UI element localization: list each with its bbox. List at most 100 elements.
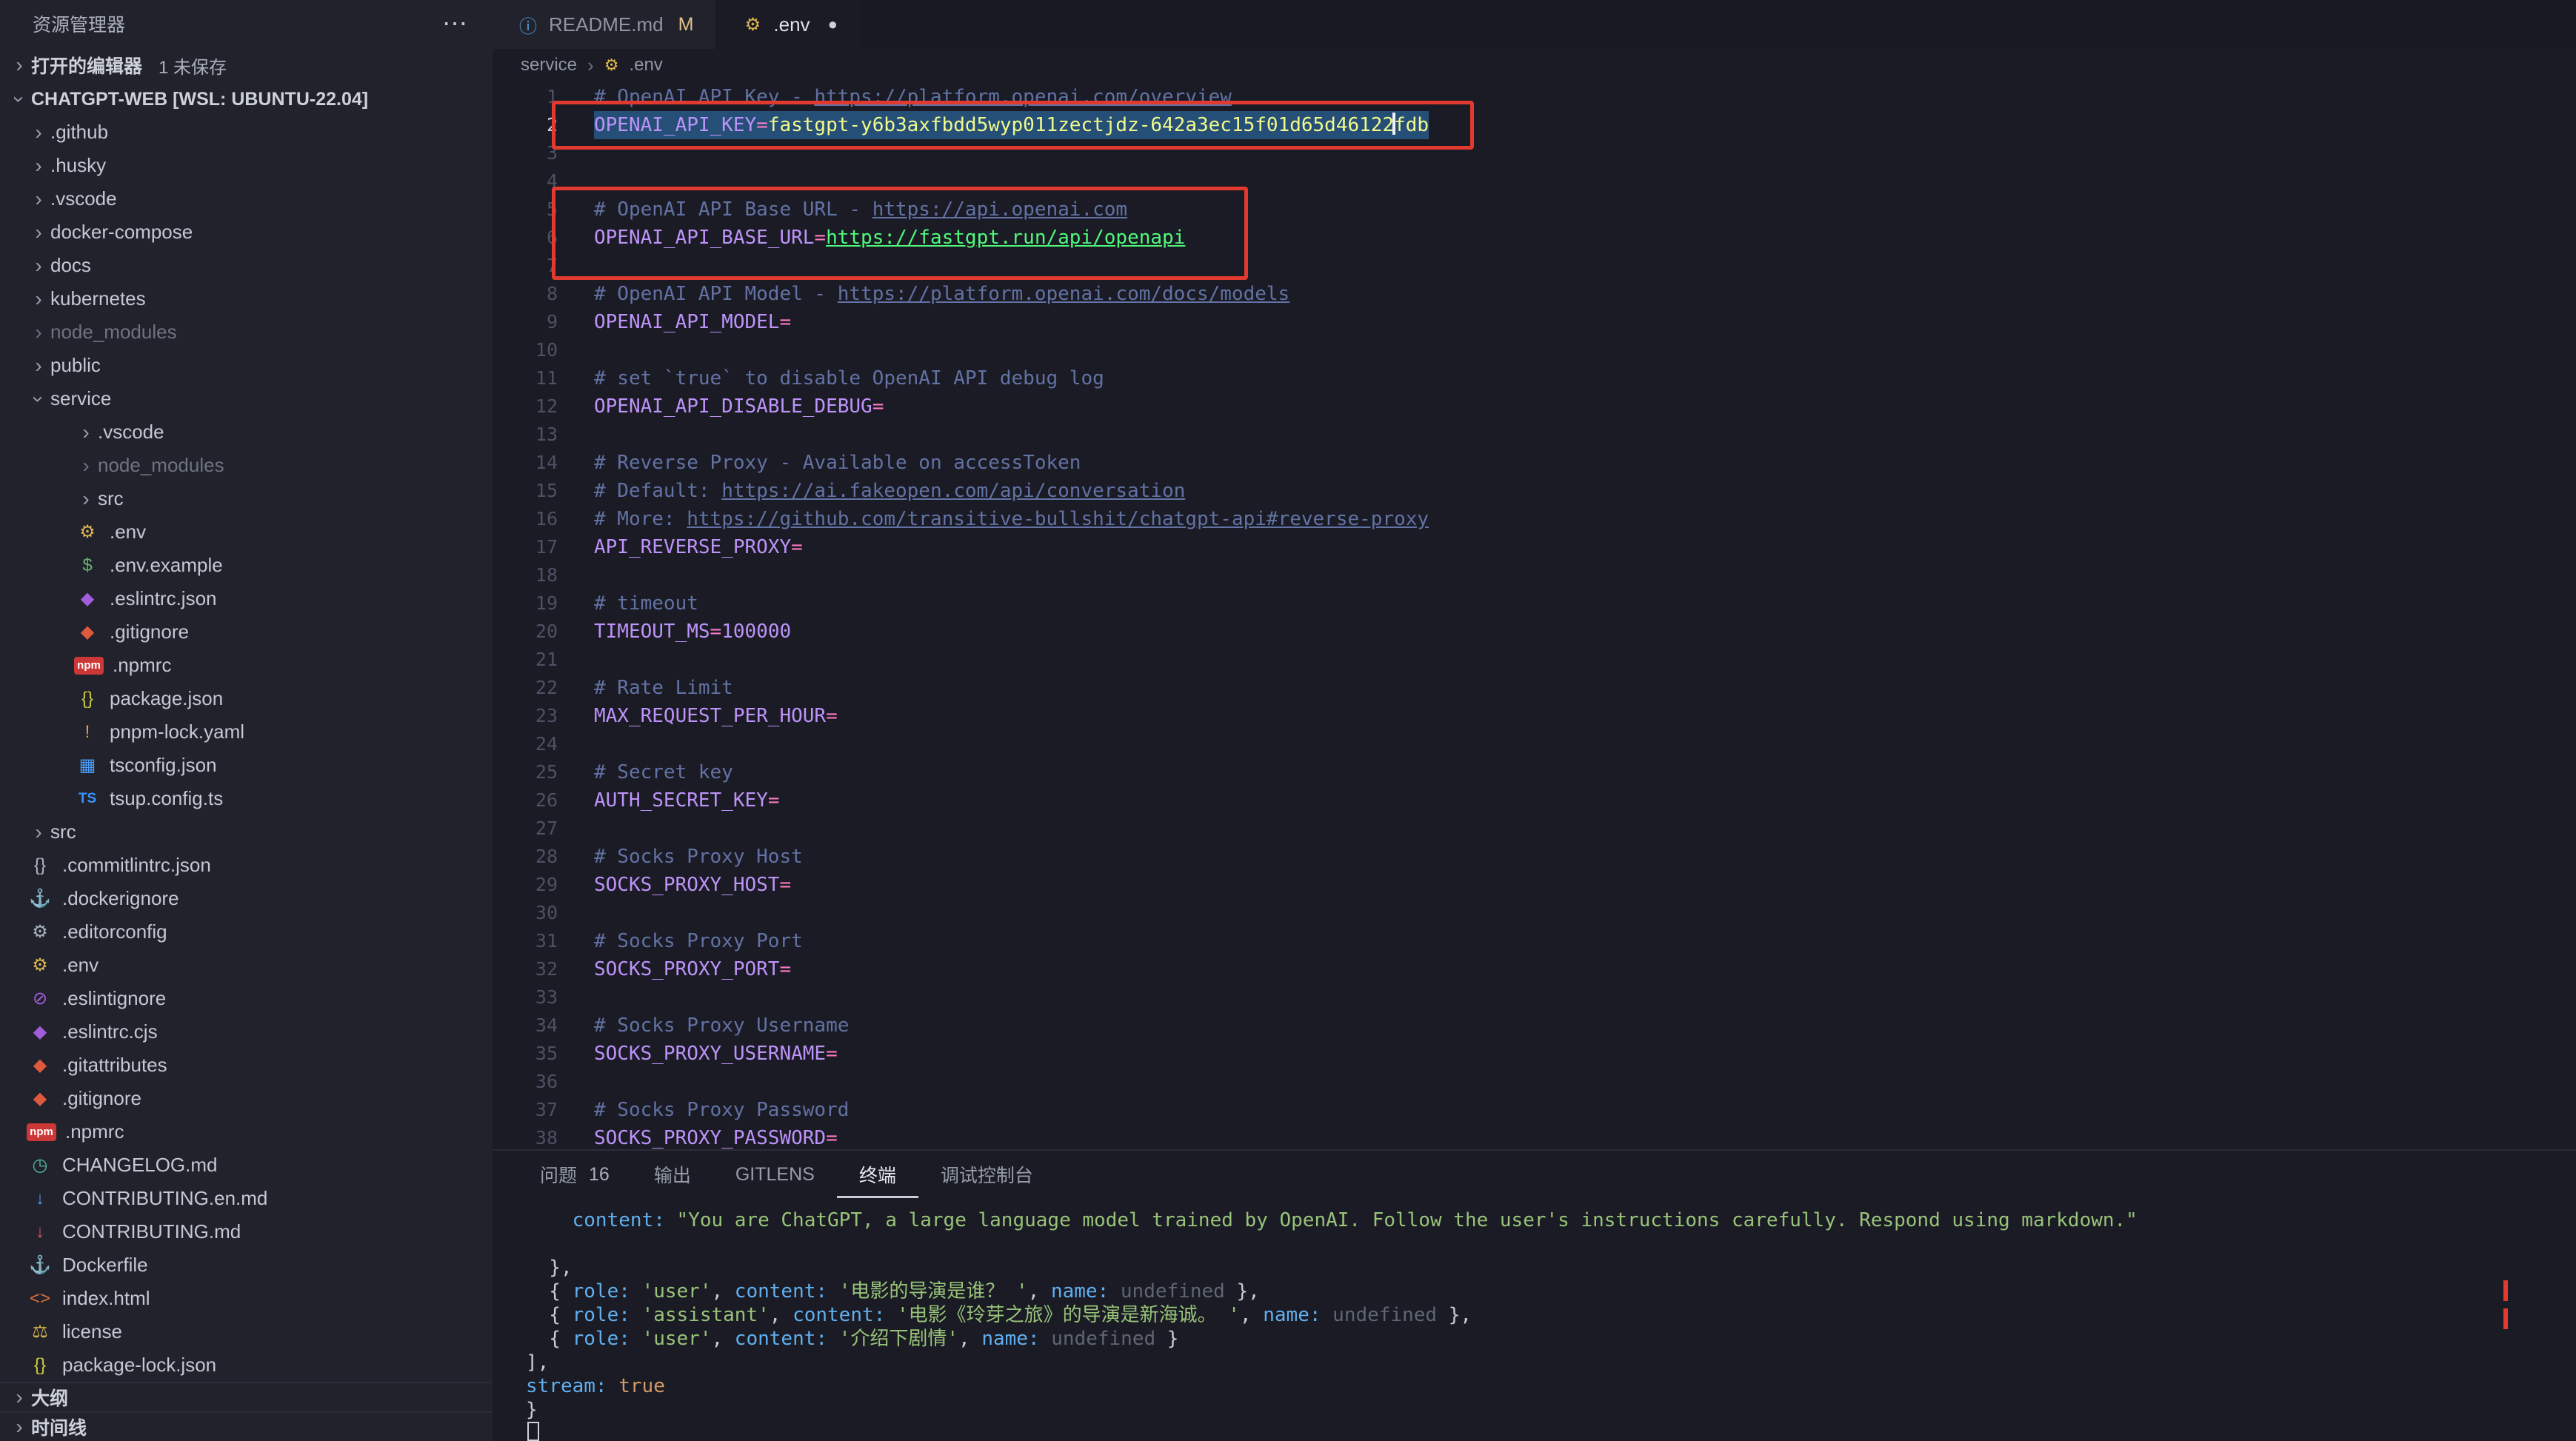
- more-actions-icon[interactable]: ⋯: [442, 9, 467, 39]
- tree-item-index.html[interactable]: <> index.html: [0, 1282, 493, 1315]
- tree-item-.eslintignore[interactable]: ⊘ .eslintignore: [0, 982, 493, 1015]
- tree-item-.npmrc[interactable]: npm .npmrc: [0, 649, 493, 682]
- tree-item-.env[interactable]: ⚙ .env: [0, 515, 493, 549]
- tree-item-package.json[interactable]: {} package.json: [0, 682, 493, 715]
- code-line[interactable]: 12 OPENAI_API_DISABLE_DEBUG=: [493, 392, 2576, 421]
- tree-item-CONTRIBUTING.md[interactable]: ↓ CONTRIBUTING.md: [0, 1215, 493, 1248]
- tree-item-.husky[interactable]: › .husky: [0, 149, 493, 182]
- code-line[interactable]: 20 TIMEOUT_MS=100000: [493, 618, 2576, 646]
- panel-tab-output[interactable]: 输出: [632, 1151, 713, 1198]
- timeline-section[interactable]: › 时间线: [0, 1411, 493, 1441]
- code-line[interactable]: 3: [493, 139, 2576, 167]
- tree-item-.env.example[interactable]: $ .env.example: [0, 549, 493, 582]
- terminal-line: stream: true: [526, 1374, 2576, 1398]
- tree-item-.env[interactable]: ⚙ .env: [0, 949, 493, 982]
- code-line[interactable]: 36: [493, 1068, 2576, 1096]
- tree-item-src[interactable]: › src: [0, 815, 493, 849]
- open-editors-section[interactable]: › 打开的编辑器 1 未保存: [0, 47, 493, 83]
- code-line[interactable]: 13: [493, 421, 2576, 449]
- terminal-line: ],: [526, 1351, 2576, 1374]
- panel-tab-debug-console[interactable]: 调试控制台: [918, 1151, 1055, 1198]
- tree-item-.vscode[interactable]: › .vscode: [0, 415, 493, 449]
- tree-item-.gitignore[interactable]: ◆ .gitignore: [0, 1082, 493, 1115]
- tree-item-.vscode[interactable]: › .vscode: [0, 182, 493, 215]
- code-line[interactable]: 26 AUTH_SECRET_KEY=: [493, 786, 2576, 815]
- tree-item-.github[interactable]: › .github: [0, 116, 493, 149]
- workspace-section[interactable]: › CHATGPT-WEB [WSL: UBUNTU-22.04]: [0, 83, 493, 116]
- code-line[interactable]: 8 # OpenAI API Model - https://platform.…: [493, 280, 2576, 308]
- code-line[interactable]: 31 # Socks Proxy Port: [493, 927, 2576, 955]
- code-line[interactable]: 38 SOCKS_PROXY_PASSWORD=: [493, 1124, 2576, 1149]
- tree-item-CONTRIBUTING.en.md[interactable]: ↓ CONTRIBUTING.en.md: [0, 1182, 493, 1215]
- code-line[interactable]: 32 SOCKS_PROXY_PORT=: [493, 955, 2576, 983]
- code-line[interactable]: 17 API_REVERSE_PROXY=: [493, 533, 2576, 561]
- tree-item-docker-compose[interactable]: › docker-compose: [0, 215, 493, 249]
- code-line[interactable]: 37 # Socks Proxy Password: [493, 1096, 2576, 1124]
- code-line[interactable]: 4: [493, 167, 2576, 195]
- tree-item-label: src: [98, 487, 124, 510]
- tree-item-node_modules[interactable]: › node_modules: [0, 449, 493, 482]
- code-line[interactable]: 1 # OpenAI API Key - https://platform.op…: [493, 83, 2576, 111]
- line-number: 30: [493, 899, 558, 927]
- code-line[interactable]: 2 OPENAI_API_KEY=fastgpt-y6b3axfbdd5wyp0…: [493, 111, 2576, 139]
- outline-section[interactable]: › 大纲: [0, 1382, 493, 1411]
- code-line[interactable]: 28 # Socks Proxy Host: [493, 843, 2576, 871]
- code-line[interactable]: 15 # Default: https://ai.fakeopen.com/ap…: [493, 477, 2576, 505]
- code-editor[interactable]: 1 # OpenAI API Key - https://platform.op…: [493, 81, 2576, 1149]
- code-line[interactable]: 22 # Rate Limit: [493, 674, 2576, 702]
- code-line[interactable]: 29 SOCKS_PROXY_HOST=: [493, 871, 2576, 899]
- tree-item-.gitattributes[interactable]: ◆ .gitattributes: [0, 1049, 493, 1082]
- code-line[interactable]: 35 SOCKS_PROXY_USERNAME=: [493, 1040, 2576, 1068]
- tree-item-kubernetes[interactable]: › kubernetes: [0, 282, 493, 315]
- code-line[interactable]: 9 OPENAI_API_MODEL=: [493, 308, 2576, 336]
- code-line[interactable]: 30: [493, 899, 2576, 927]
- tree-item-tsup.config.ts[interactable]: TS tsup.config.ts: [0, 782, 493, 815]
- code-line[interactable]: 24: [493, 730, 2576, 758]
- tree-item-docs[interactable]: › docs: [0, 249, 493, 282]
- tree-item-.commitlintrc.json[interactable]: {} .commitlintrc.json: [0, 849, 493, 882]
- tree-item-pnpm-lock.yaml[interactable]: ! pnpm-lock.yaml: [0, 715, 493, 749]
- clock-icon: ◷: [27, 1154, 53, 1176]
- tree-item-.eslintrc.cjs[interactable]: ◆ .eslintrc.cjs: [0, 1015, 493, 1049]
- tree-item-.eslintrc.json[interactable]: ◆ .eslintrc.json: [0, 582, 493, 615]
- code-line[interactable]: 25 # Secret key: [493, 758, 2576, 786]
- panel-tab-terminal[interactable]: 终端: [837, 1151, 918, 1198]
- breadcrumb-file[interactable]: .env: [629, 55, 662, 76]
- unsaved-dot-icon[interactable]: ●: [828, 15, 838, 34]
- code-text: # Socks Proxy Host: [594, 843, 803, 871]
- code-line[interactable]: 7: [493, 252, 2576, 280]
- tree-item-package-lock.json[interactable]: {} package-lock.json: [0, 1348, 493, 1382]
- tree-item-.dockerignore[interactable]: ⚓ .dockerignore: [0, 882, 493, 915]
- code-line[interactable]: 19 # timeout: [493, 589, 2576, 618]
- tree-item-Dockerfile[interactable]: ⚓ Dockerfile: [0, 1248, 493, 1282]
- panel-tab-gitlens[interactable]: GITLENS: [713, 1151, 837, 1198]
- code-line[interactable]: 11 # set `true` to disable OpenAI API de…: [493, 364, 2576, 392]
- panel-tab-bar: 问题 16 输出 GITLENS 终端 调试控制台: [493, 1151, 2576, 1198]
- code-line[interactable]: 34 # Socks Proxy Username: [493, 1012, 2576, 1040]
- tree-item-node_modules[interactable]: › node_modules: [0, 315, 493, 349]
- code-line[interactable]: 33: [493, 983, 2576, 1012]
- tree-item-src[interactable]: › src: [0, 482, 493, 515]
- code-line[interactable]: 6 OPENAI_API_BASE_URL=https://fastgpt.ru…: [493, 224, 2576, 252]
- tree-item-service[interactable]: › service: [0, 382, 493, 415]
- code-line[interactable]: 14 # Reverse Proxy - Available on access…: [493, 449, 2576, 477]
- tree-item-tsconfig.json[interactable]: ▦ tsconfig.json: [0, 749, 493, 782]
- tree-item-public[interactable]: › public: [0, 349, 493, 382]
- panel-tab-problems[interactable]: 问题 16: [518, 1151, 632, 1198]
- tree-item-CHANGELOG.md[interactable]: ◷ CHANGELOG.md: [0, 1149, 493, 1182]
- code-line[interactable]: 16 # More: https://github.com/transitive…: [493, 505, 2576, 533]
- tab-readme-md[interactable]: ⓘ README.md M: [493, 0, 717, 49]
- tree-item-.npmrc[interactable]: npm .npmrc: [0, 1115, 493, 1149]
- code-line[interactable]: 27: [493, 815, 2576, 843]
- breadcrumb-folder[interactable]: service: [521, 55, 577, 76]
- tree-item-.editorconfig[interactable]: ⚙ .editorconfig: [0, 915, 493, 949]
- tree-item-license[interactable]: ⚖ license: [0, 1315, 493, 1348]
- tab-env[interactable]: ⚙ .env ●: [717, 0, 861, 49]
- code-line[interactable]: 23 MAX_REQUEST_PER_HOUR=: [493, 702, 2576, 730]
- terminal[interactable]: content: "You are ChatGPT, a large langu…: [493, 1198, 2576, 1441]
- code-line[interactable]: 10: [493, 336, 2576, 364]
- code-line[interactable]: 5 # OpenAI API Base URL - https://api.op…: [493, 195, 2576, 224]
- code-line[interactable]: 18: [493, 561, 2576, 589]
- tree-item-.gitignore[interactable]: ◆ .gitignore: [0, 615, 493, 649]
- code-line[interactable]: 21: [493, 646, 2576, 674]
